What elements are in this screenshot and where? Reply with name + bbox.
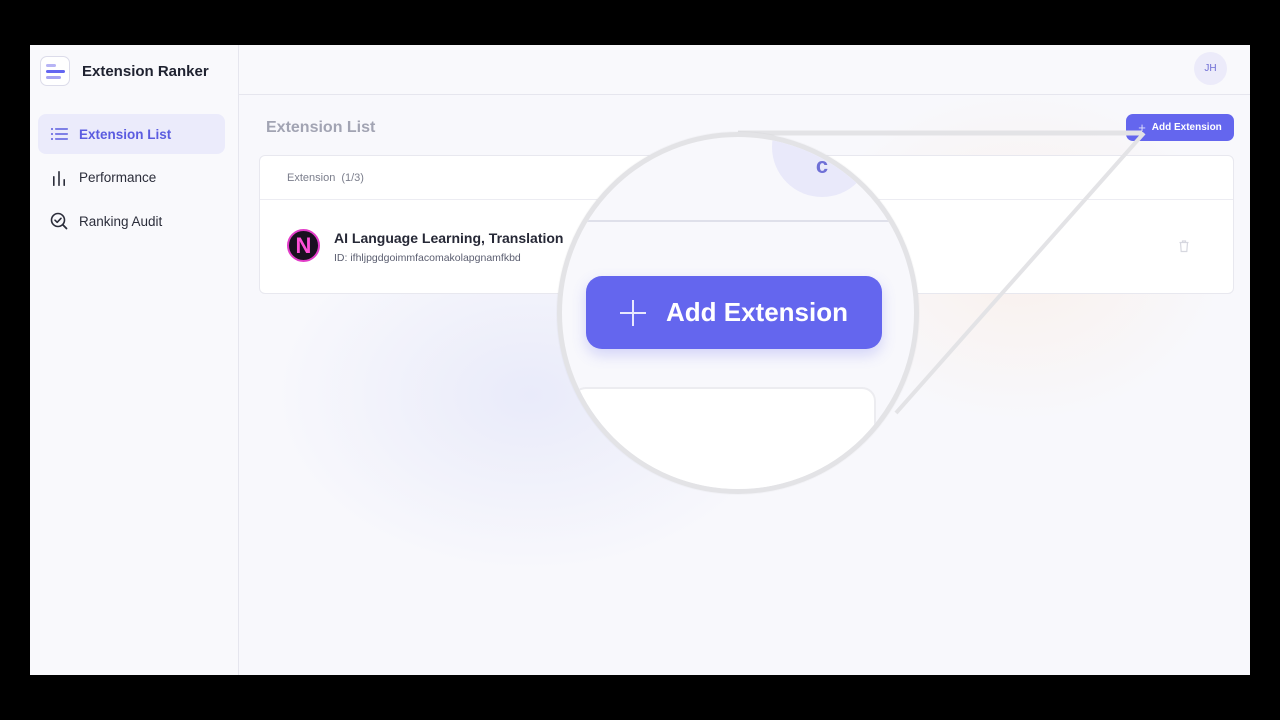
magnified-card: [572, 387, 876, 489]
bar-chart-icon: [50, 169, 68, 187]
sidebar-item-extension-list[interactable]: Extension List: [38, 114, 225, 154]
column-header-extension: Extension: [287, 171, 336, 184]
sidebar: Extension Ranker Extension List Performa…: [30, 45, 239, 675]
app-logo-icon: [40, 56, 70, 86]
add-extension-label: Add Extension: [1151, 122, 1222, 133]
app-window: Extension Ranker Extension List Performa…: [30, 45, 1250, 675]
plus-icon: +: [1138, 120, 1146, 135]
sidebar-item-performance[interactable]: Performance: [38, 158, 225, 198]
sidebar-nav: Extension List Performance Ranking Audit: [38, 114, 225, 245]
sidebar-item-label: Extension List: [79, 126, 172, 142]
user-avatar[interactable]: JH: [1194, 52, 1227, 85]
page-title: Extension List: [266, 119, 376, 136]
partial-glyph: c: [815, 153, 829, 178]
sidebar-item-label: Performance: [79, 170, 157, 185]
brand[interactable]: Extension Ranker: [40, 56, 209, 86]
extension-count: (1/3): [341, 171, 364, 184]
extension-logo: N: [287, 229, 320, 262]
sidebar-item-label: Ranking Audit: [79, 213, 163, 229]
app-name: Extension Ranker: [82, 62, 209, 80]
magnifier-lens: c Add Extension: [557, 132, 919, 494]
magnified-add-extension-button[interactable]: Add Extension: [586, 276, 882, 349]
magnified-add-extension-label: Add Extension: [665, 297, 848, 327]
add-extension-button[interactable]: + Add Extension: [1126, 114, 1234, 141]
topbar: JH: [239, 45, 1250, 95]
sidebar-item-ranking-audit[interactable]: Ranking Audit: [38, 201, 225, 241]
plus-icon: [619, 299, 646, 326]
trash-icon[interactable]: [1177, 239, 1191, 253]
magnified-divider: [562, 220, 914, 222]
list-icon: [50, 125, 68, 143]
extension-id: ID: ifhljpgdgoimmfacomakolapgnamfkbd: [334, 252, 521, 264]
extension-name[interactable]: AI Language Learning, Translation: [334, 230, 563, 246]
magnified-blob: c: [772, 137, 872, 197]
search-check-icon: [50, 212, 68, 230]
